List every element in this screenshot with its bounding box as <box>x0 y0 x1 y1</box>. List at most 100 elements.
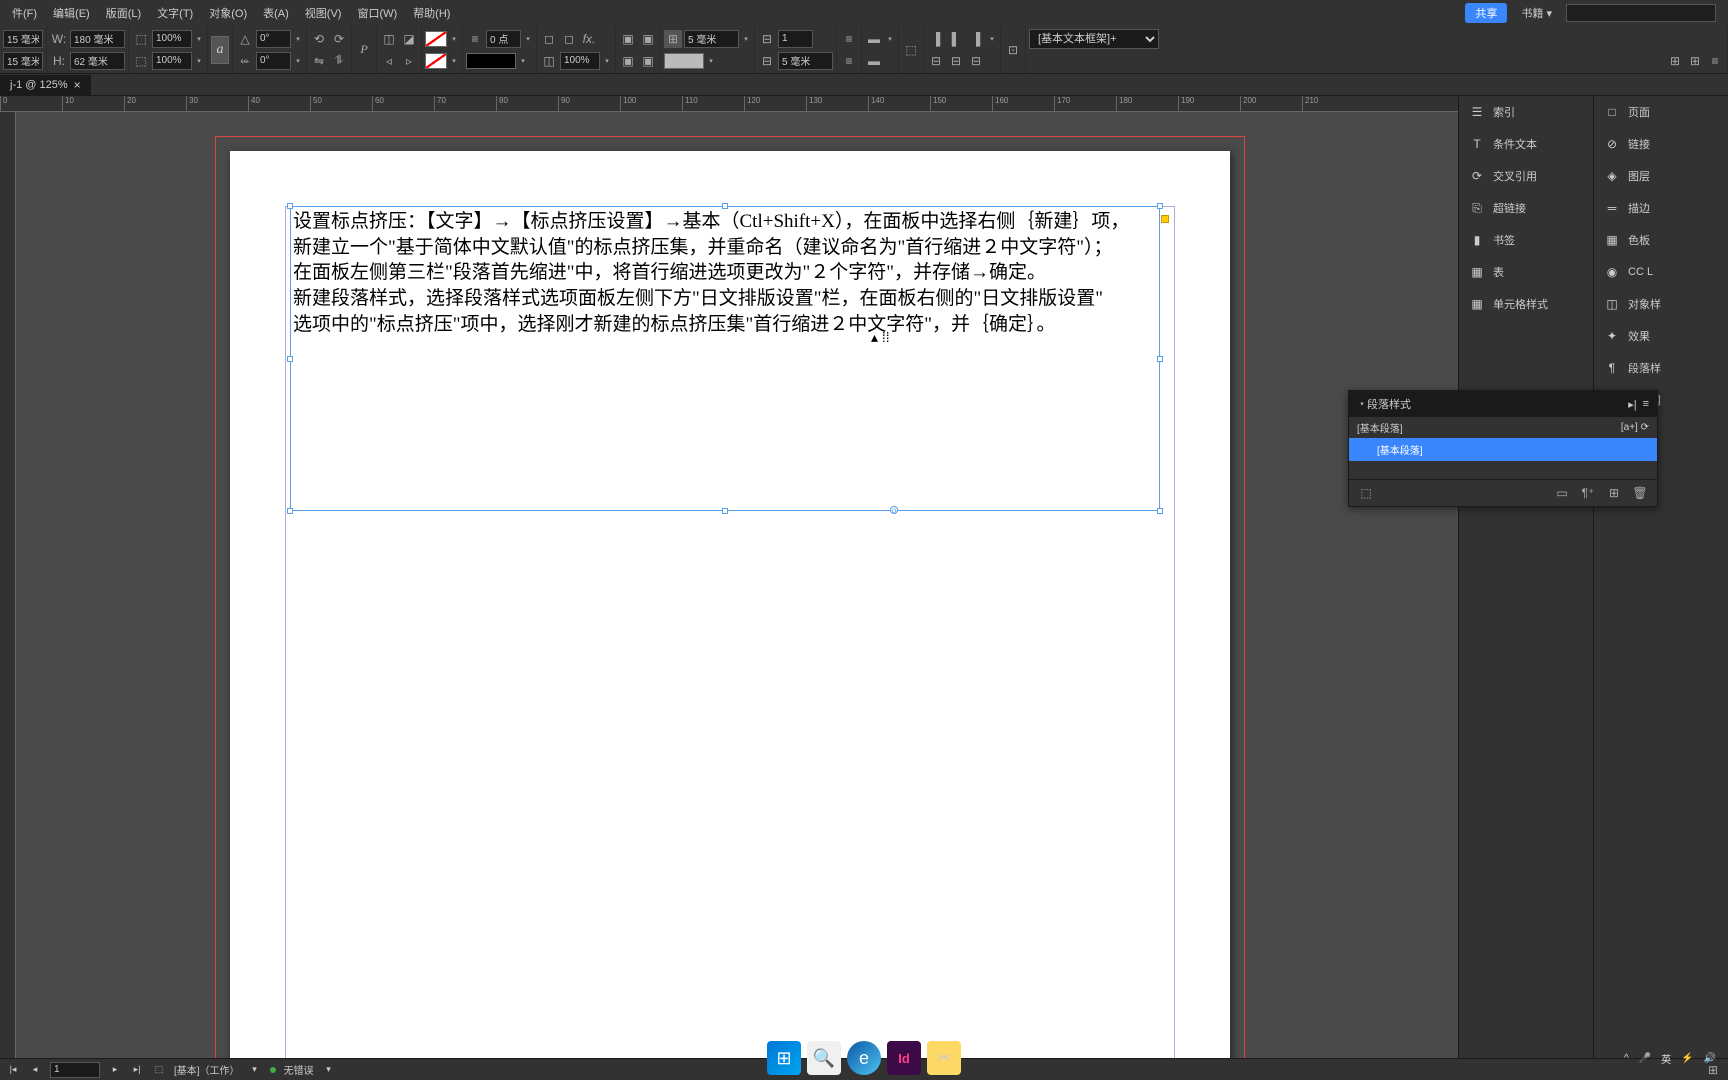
start-button[interactable]: ⊞ <box>767 1041 801 1075</box>
shear-input[interactable] <box>256 52 291 70</box>
panel-tab-对象样[interactable]: ◫对象样 <box>1594 288 1728 320</box>
w-input[interactable] <box>70 30 125 48</box>
gutter-input[interactable] <box>778 52 833 70</box>
folder-icon[interactable]: ▭ <box>1553 484 1571 502</box>
handle-tm[interactable] <box>722 203 728 209</box>
horizontal-ruler[interactable]: 0102030405060708090100110120130140150160… <box>0 96 1458 112</box>
panel-header[interactable]: ▾ 段落样式 ▸| ≡ <box>1349 391 1657 417</box>
align-right-icon[interactable]: ▐ <box>967 30 985 48</box>
panel-tab-效果[interactable]: ✦效果 <box>1594 320 1728 352</box>
share-button[interactable]: 共享 <box>1465 3 1507 23</box>
handle-tr[interactable] <box>1157 203 1163 209</box>
h-input[interactable] <box>70 52 125 70</box>
menu-window[interactable]: 窗口(W) <box>349 1 405 25</box>
text-frame[interactable]: 设置标点挤压：【文字】→【标点挤压设置】→基本（Ctl+Shift+X），在面板… <box>290 206 1160 511</box>
tray-chevron-icon[interactable]: ^ <box>1624 1053 1629 1064</box>
col-fill-swatch[interactable] <box>664 53 704 69</box>
text-frame-content[interactable]: 设置标点挤压：【文字】→【标点挤压设置】→基本（Ctl+Shift+X），在面板… <box>291 207 1159 339</box>
snipping-tool-icon[interactable]: ✂ <box>927 1041 961 1075</box>
menu-edit[interactable]: 编辑(E) <box>45 1 98 25</box>
collapse-icon[interactable]: ▾ <box>1357 395 1367 413</box>
indesign-icon[interactable]: Id <box>887 1041 921 1075</box>
handle-mr[interactable] <box>1157 356 1163 362</box>
text-line[interactable]: 在面板左侧第三栏"段落首先缩进"中，将首行缩进选项更改为"２个字符"，并存储→确… <box>293 260 1157 286</box>
fill-swatch[interactable] <box>425 31 447 47</box>
filter-a-icon[interactable]: [a+] <box>1621 422 1638 433</box>
text-line[interactable]: 选项中的"标点挤压"项中，选择刚才新建的标点挤压集"首行缩进２中文字符"，并｛确… <box>293 312 1157 338</box>
next-page-icon[interactable]: ▸ <box>108 1063 122 1077</box>
vertical-ruler[interactable] <box>0 112 16 1058</box>
handle-tl[interactable] <box>287 203 293 209</box>
panel-tab-超链接[interactable]: ⎘超链接 <box>1459 192 1593 224</box>
col-fill-dropdown[interactable]: ▾ <box>706 52 716 70</box>
stroke-weight-dropdown[interactable]: ▾ <box>523 30 533 48</box>
select-container-icon[interactable]: ◫ <box>380 30 398 48</box>
select-prev-icon[interactable]: ◃ <box>380 52 398 70</box>
panel-tab-段落样[interactable]: ¶段落样 <box>1594 352 1728 384</box>
panel-tab-条件文本[interactable]: T条件文本 <box>1459 128 1593 160</box>
ref-point-icon[interactable]: P <box>355 41 373 59</box>
panel-dock-icon[interactable]: ▸| <box>1628 398 1636 411</box>
panel-tab-页面[interactable]: □页面 <box>1594 96 1728 128</box>
y-input[interactable] <box>3 52 43 70</box>
text-line[interactable]: 新建段落样式，选择段落样式选项面板左侧下方"日文排版设置"栏，在面板右侧的"日文… <box>293 286 1157 312</box>
x-input[interactable] <box>3 30 43 48</box>
stroke-weight-input[interactable] <box>486 30 521 48</box>
clear-override-icon[interactable]: ¶⁺ <box>1579 484 1597 502</box>
rotate-input[interactable] <box>256 30 291 48</box>
handle-bl[interactable] <box>287 508 293 514</box>
menu-help[interactable]: 帮助(H) <box>405 1 458 25</box>
panel-tab-单元格样式[interactable]: ▦单元格样式 <box>1459 288 1593 320</box>
stroke-swatch[interactable] <box>425 53 447 69</box>
dist-v-icon[interactable]: ⊟ <box>947 52 965 70</box>
new-style-icon[interactable]: ⊞ <box>1605 484 1623 502</box>
dist-h-icon[interactable]: ⊟ <box>927 52 945 70</box>
fx-icon[interactable]: fx. <box>580 30 598 48</box>
last-page-icon[interactable]: ▸| <box>130 1063 144 1077</box>
menu-object[interactable]: 对象(O) <box>201 1 255 25</box>
handle-ml[interactable] <box>287 356 293 362</box>
handle-br[interactable] <box>1157 508 1163 514</box>
frame-options-icon[interactable]: ⊡ <box>1004 41 1022 59</box>
panel-tab-表[interactable]: ▦表 <box>1459 256 1593 288</box>
align-center-icon[interactable]: ▌ <box>947 30 965 48</box>
inport-icon[interactable] <box>1161 215 1169 223</box>
open-icon[interactable]: ⬚ <box>152 1063 166 1077</box>
edge-icon[interactable]: e <box>847 1041 881 1075</box>
char-button[interactable]: a <box>211 36 229 64</box>
prev-page-icon[interactable]: ◂ <box>28 1063 42 1077</box>
filter-clear-icon[interactable]: ⟳ <box>1641 422 1649 433</box>
dist-space-icon[interactable]: ⊟ <box>967 52 985 70</box>
scale-x-dropdown[interactable]: ▾ <box>194 30 204 48</box>
flip-h-icon[interactable]: ⇋ <box>310 52 328 70</box>
panel-tab-CC L[interactable]: ◉CC L <box>1594 256 1728 288</box>
wrap-bbox-icon[interactable]: ▣ <box>639 30 657 48</box>
page-number-input[interactable] <box>50 1062 100 1078</box>
stroke-color-dropdown[interactable]: ▾ <box>449 52 459 70</box>
corner-icon[interactable]: ◻ <box>540 30 558 48</box>
tray-battery-icon[interactable]: ⚡ <box>1681 1053 1693 1064</box>
num-cols-input[interactable] <box>778 30 813 48</box>
scale-y-input[interactable] <box>152 52 192 70</box>
rotate-dropdown[interactable]: ▾ <box>293 30 303 48</box>
panel-tab-交叉引用[interactable]: ⟳交叉引用 <box>1459 160 1593 192</box>
select-next-icon[interactable]: ▹ <box>400 52 418 70</box>
menu-view[interactable]: 视图(V) <box>297 1 350 25</box>
shear-dropdown[interactable]: ▾ <box>293 52 303 70</box>
valign-top-icon[interactable]: ≡ <box>840 30 858 48</box>
opacity-input[interactable] <box>560 52 600 70</box>
handle-bm[interactable] <box>722 508 728 514</box>
align-left-icon[interactable]: ▐ <box>927 30 945 48</box>
stroke-style-swatch[interactable] <box>466 53 516 69</box>
help-search-input[interactable] <box>1566 4 1716 22</box>
panel-menu-icon[interactable]: ≡ <box>1706 52 1724 70</box>
panel-tab-色板[interactable]: ▦色板 <box>1594 224 1728 256</box>
tray-mic-icon[interactable]: 🎤 <box>1639 1053 1651 1064</box>
scale-y-dropdown[interactable]: ▾ <box>194 52 204 70</box>
canvas[interactable]: 0102030405060708090100110120130140150160… <box>0 96 1458 1058</box>
grid-icon2[interactable]: ⊞ <box>1686 52 1704 70</box>
menu-table[interactable]: 表(A) <box>255 1 297 25</box>
panel-tab-索引[interactable]: ☰索引 <box>1459 96 1593 128</box>
text-line[interactable]: 设置标点挤压：【文字】→【标点挤压设置】→基本（Ctl+Shift+X），在面板… <box>293 209 1157 235</box>
panel-tab-链接[interactable]: ⊘链接 <box>1594 128 1728 160</box>
